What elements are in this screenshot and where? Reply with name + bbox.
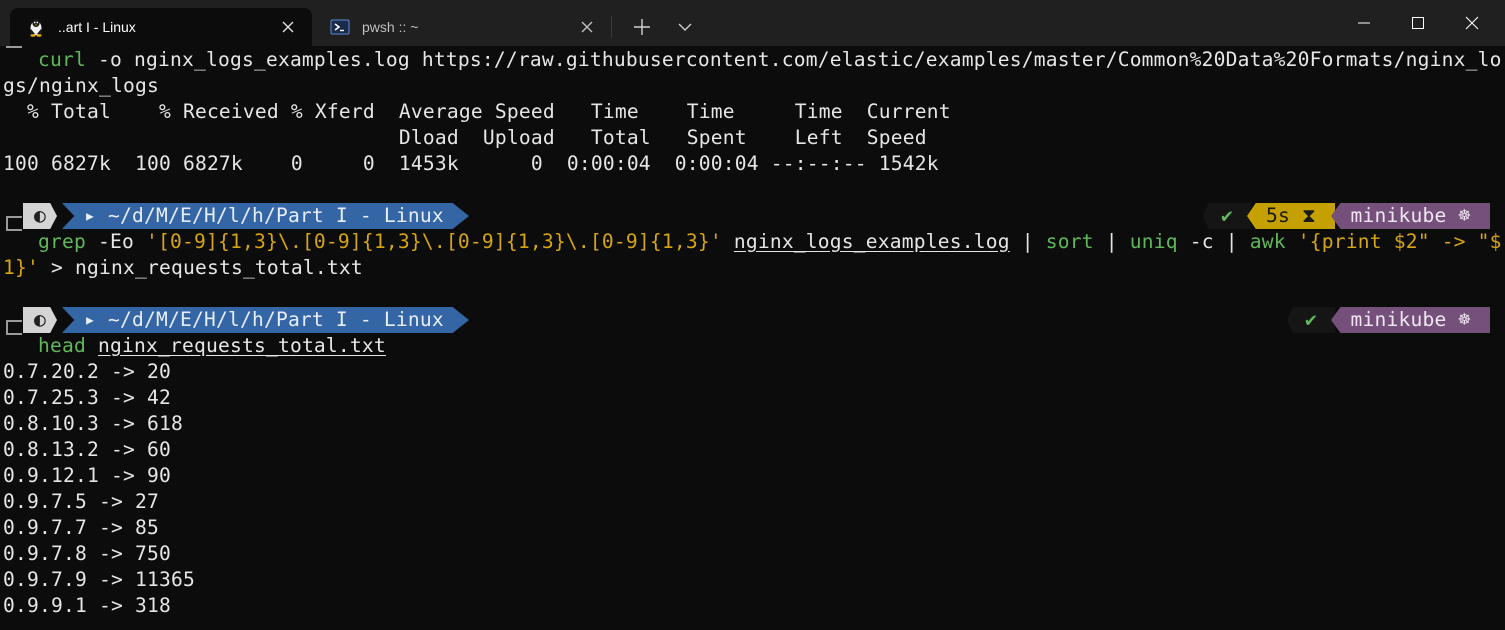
folder-path: ▸ ~/d/M/E/H/l/h/Part I - Linux xyxy=(84,308,444,331)
chevron-down-icon[interactable] xyxy=(671,13,699,41)
command-flags: -Eo xyxy=(86,230,146,253)
grep-command-line: grep -Eo '[0-9]{1,3}\.[0-9]{1,3}\.[0-9]{… xyxy=(38,229,1502,255)
tab-separator xyxy=(611,16,612,38)
os-segment: ◐ xyxy=(23,203,57,229)
duration-text: 5s ⧗ xyxy=(1266,204,1316,227)
linux-icon: ◐ xyxy=(34,308,46,331)
command-flags: -c | xyxy=(1177,230,1250,253)
output-line: 0.9.9.1 -> 318 xyxy=(3,594,171,617)
head-command-line: head nginx_requests_total.txt xyxy=(38,333,386,359)
output-line: 0.8.10.3 -> 618 xyxy=(3,412,183,435)
folder-path: ▸ ~/d/M/E/H/l/h/Part I - Linux xyxy=(84,204,444,227)
minimize-button[interactable] xyxy=(1337,0,1391,46)
linux-icon: ◐ xyxy=(34,204,46,227)
curl-command-line: curl -o nginx_logs_examples.log https://… xyxy=(38,47,1502,73)
status-ok-segment: ✔ xyxy=(1203,203,1251,229)
command-args: -o nginx_logs_examples.log https://raw.g… xyxy=(86,48,1502,71)
output-line: 0.9.7.5 -> 27 xyxy=(3,490,159,513)
prompt-connector xyxy=(6,216,22,231)
output-line: 0.9.7.8 -> 750 xyxy=(3,542,171,565)
output-line: 0.9.7.7 -> 85 xyxy=(3,516,159,539)
tab-close-icon[interactable] xyxy=(277,16,299,38)
powershell-icon xyxy=(330,19,350,35)
curl-progress: 100 6827k 100 6827k 0 0 1453k 0 0:00:04 … xyxy=(3,152,939,175)
pipe: | xyxy=(1009,230,1046,253)
output-line: 0.9.12.1 -> 90 xyxy=(3,464,171,487)
terminal-window: ..art I - Linux pwsh :: ~ curl -o nginx_… xyxy=(0,0,1505,630)
close-icon xyxy=(1465,16,1479,30)
checkmark-icon: ✔ xyxy=(1221,204,1233,227)
linux-penguin-icon xyxy=(30,19,42,37)
output-line: 0.9.7.9 -> 11365 xyxy=(3,568,195,591)
close-window-button[interactable] xyxy=(1445,0,1499,46)
tab-close-icon[interactable] xyxy=(576,16,598,38)
input-file: nginx_requests_total.txt xyxy=(98,334,386,357)
awk-program: '{print $2" -> "$ xyxy=(1285,230,1502,253)
regex-pattern: '[0-9]{1,3}\.[0-9]{1,3}\.[0-9]{1,3}\.[0-… xyxy=(145,230,722,253)
maximize-button[interactable] xyxy=(1391,0,1445,46)
kube-context-segment: minikube ☸ xyxy=(1331,203,1490,229)
os-segment: ◐ xyxy=(23,307,57,333)
prompt-2: ◐ ▸ ~/d/M/E/H/l/h/Part I - Linux ✔ minik… xyxy=(0,307,1505,335)
status-ok-segment: ✔ xyxy=(1287,307,1335,333)
command-name: grep xyxy=(38,230,86,253)
duration-segment: 5s ⧗ xyxy=(1247,203,1335,229)
output-line: 0.7.20.2 -> 20 xyxy=(3,360,171,383)
tab-linux[interactable]: ..art I - Linux xyxy=(10,8,312,46)
terminal-output[interactable]: curl -o nginx_logs_examples.log https://… xyxy=(0,46,1505,630)
command-name: head xyxy=(38,334,86,357)
path-segment: ▸ ~/d/M/E/H/l/h/Part I - Linux xyxy=(62,203,469,229)
curl-header-1: % Total % Received % Xferd Average Speed… xyxy=(3,100,951,123)
curl-header-2: Dload Upload Total Spent Left Speed xyxy=(3,126,927,149)
path-segment: ▸ ~/d/M/E/H/l/h/Part I - Linux xyxy=(62,307,469,333)
prompt-connector xyxy=(6,320,22,335)
checkmark-icon: ✔ xyxy=(1305,308,1317,331)
awk-program-tail: 1}' xyxy=(3,256,39,279)
title-bar: ..art I - Linux pwsh :: ~ xyxy=(0,0,1505,46)
new-tab-icon[interactable] xyxy=(628,13,656,41)
input-file: nginx_logs_examples.log xyxy=(733,230,1010,253)
redirect-output: > nginx_requests_total.txt xyxy=(39,256,363,279)
kube-context: minikube ☸ xyxy=(1350,204,1471,227)
command-name: curl xyxy=(38,48,86,71)
curl-command-wrap: gs/nginx_logs xyxy=(3,74,159,97)
output-line: 0.7.25.3 -> 42 xyxy=(3,386,171,409)
prompt-1: ◐ ▸ ~/d/M/E/H/l/h/Part I - Linux ✔ 5s ⧗ … xyxy=(0,203,1505,231)
minimize-icon xyxy=(1358,22,1370,24)
output-line: 0.8.13.2 -> 60 xyxy=(3,438,171,461)
grep-command-wrap: 1}' > nginx_requests_total.txt xyxy=(3,255,363,281)
command-name: uniq xyxy=(1129,230,1178,253)
tab-title: pwsh :: ~ xyxy=(362,19,419,35)
tab-pwsh[interactable]: pwsh :: ~ xyxy=(314,8,610,46)
tab-title: ..art I - Linux xyxy=(58,19,136,35)
command-name: sort xyxy=(1045,230,1094,253)
kube-context: minikube ☸ xyxy=(1350,308,1471,331)
prompt-connector xyxy=(6,46,22,48)
maximize-icon xyxy=(1412,17,1424,29)
kube-context-segment: minikube ☸ xyxy=(1331,307,1490,333)
pipe: | xyxy=(1093,230,1130,253)
command-name: awk xyxy=(1249,230,1286,253)
